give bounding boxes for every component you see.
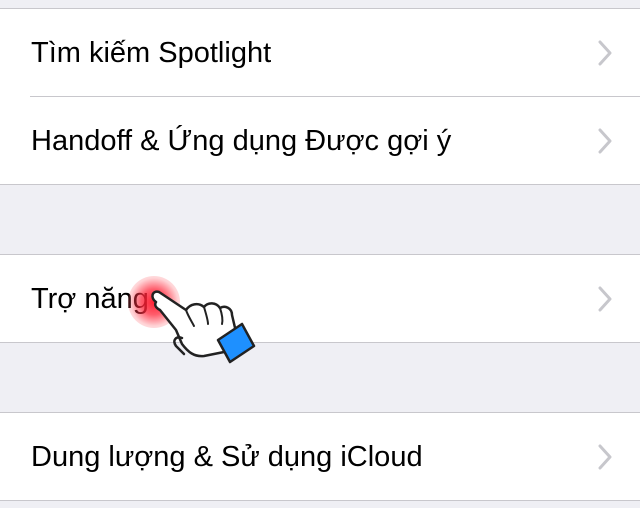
settings-group-general: Tìm kiếm Spotlight Handoff & Ứng dụng Đư… [0, 8, 640, 185]
settings-row-label: Tìm kiếm Spotlight [31, 37, 272, 69]
settings-row-spotlight-search[interactable]: Tìm kiếm Spotlight [0, 9, 640, 97]
settings-row-accessibility[interactable]: Trợ năng [0, 255, 640, 343]
settings-row-handoff[interactable]: Handoff & Ứng dụng Được gợi ý [0, 97, 640, 185]
settings-row-label: Dung lượng & Sử dụng iCloud [31, 441, 423, 473]
hand-pointer-icon [151, 290, 256, 364]
chevron-right-icon [598, 286, 612, 312]
settings-group-accessibility: Trợ năng [0, 254, 640, 343]
settings-row-label: Handoff & Ứng dụng Được gợi ý [31, 125, 452, 157]
settings-row-icloud-storage[interactable]: Dung lượng & Sử dụng iCloud [0, 413, 640, 501]
chevron-right-icon [598, 40, 612, 66]
chevron-right-icon [598, 444, 612, 470]
chevron-right-icon [598, 128, 612, 154]
settings-group-storage: Dung lượng & Sử dụng iCloud [0, 412, 640, 501]
